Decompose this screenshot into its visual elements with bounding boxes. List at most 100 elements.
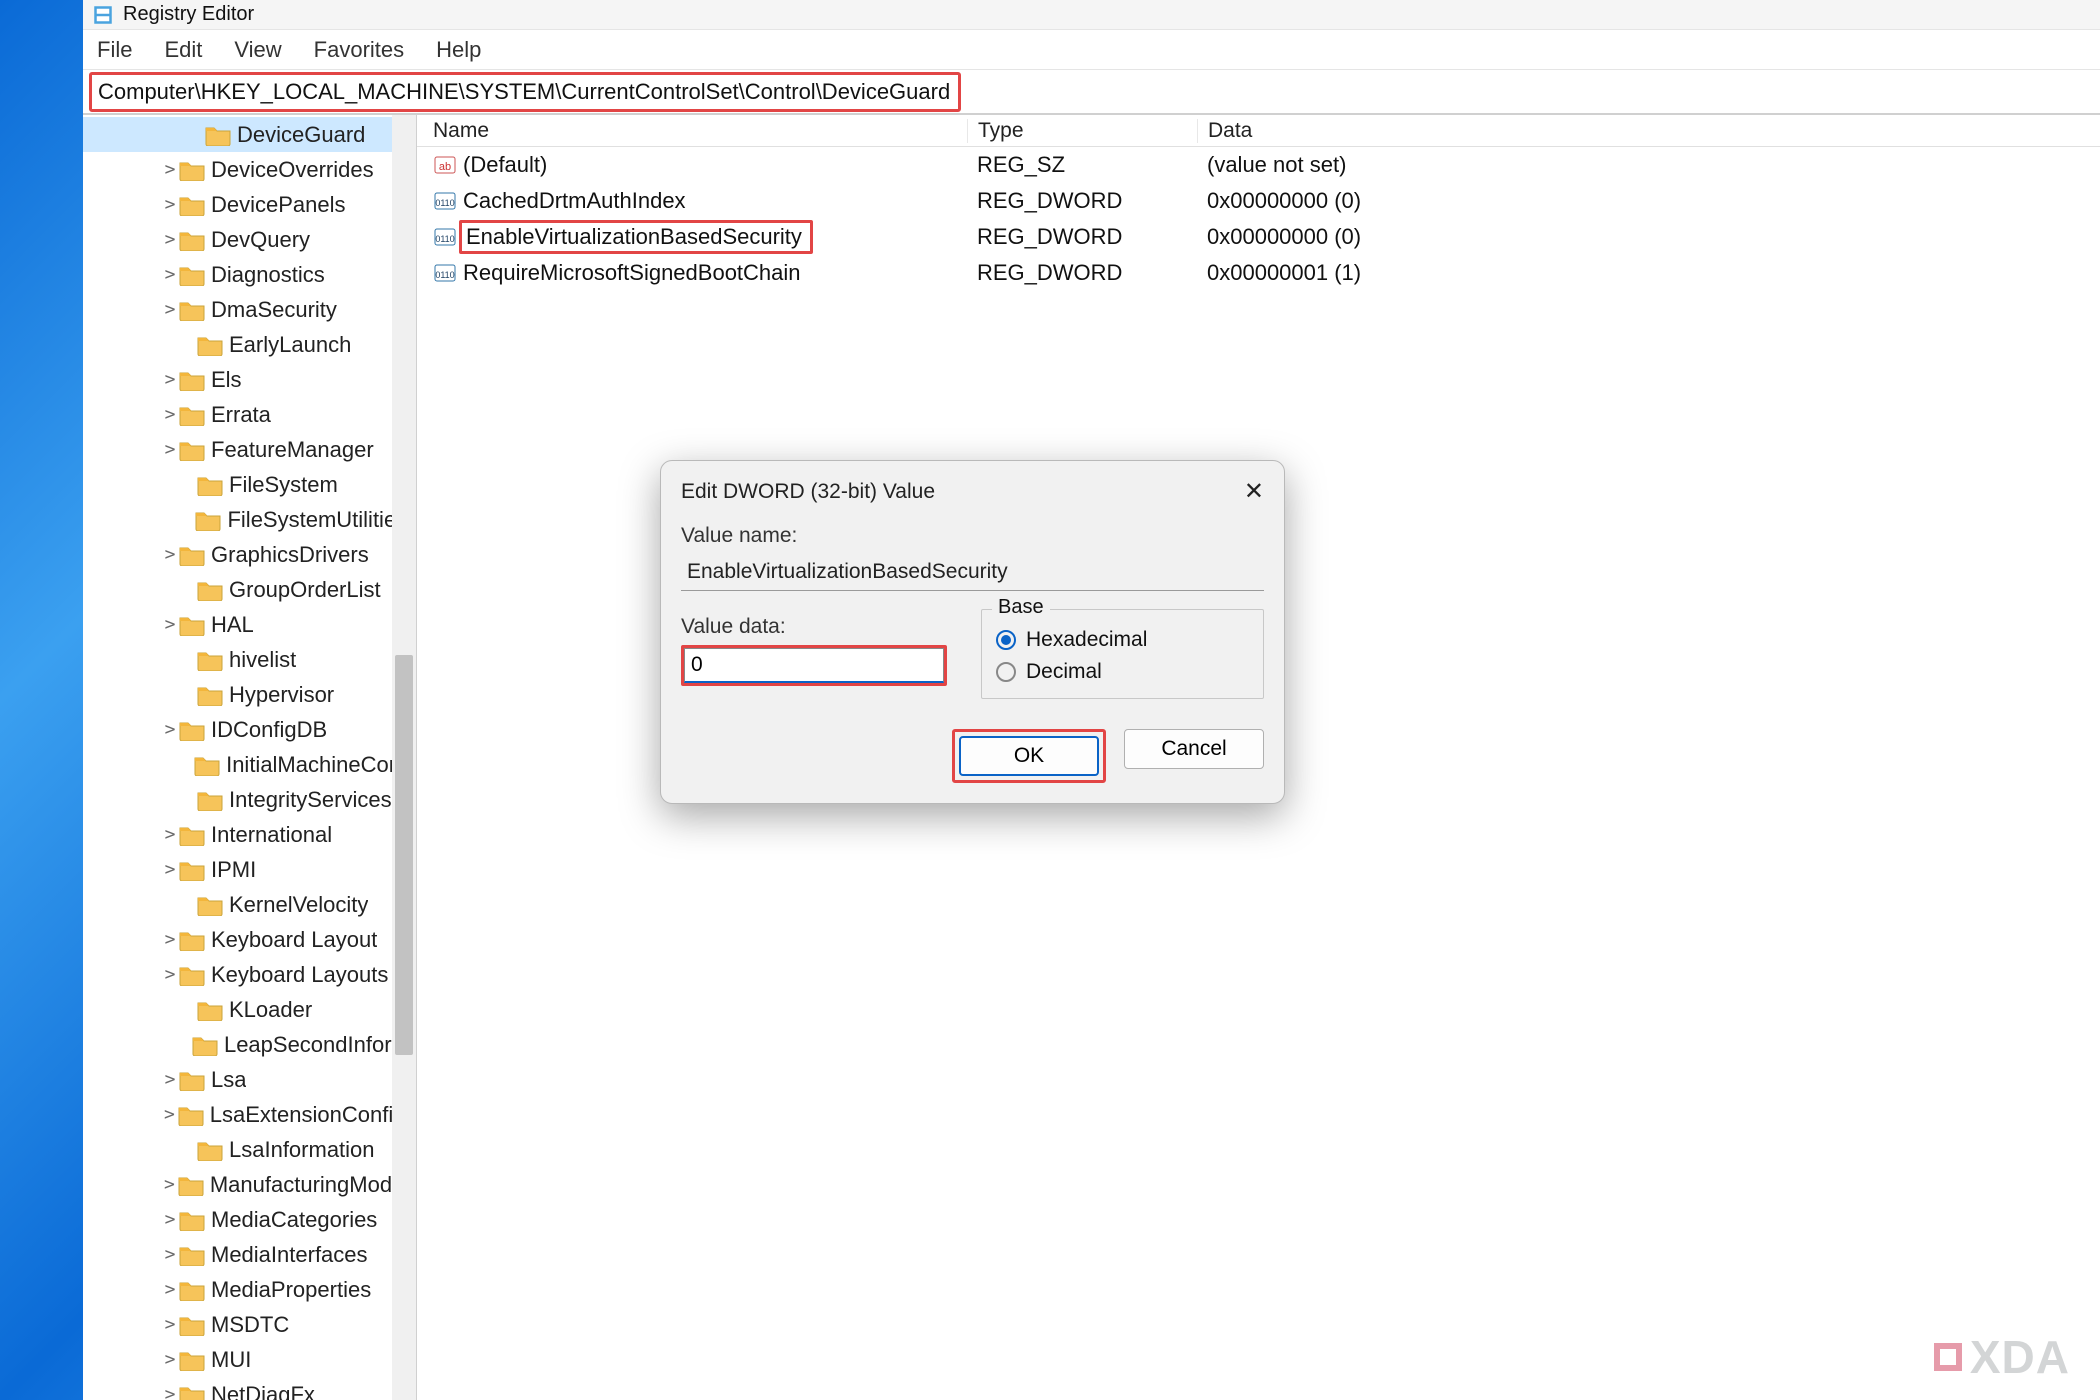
tree-node[interactable]: KernelVelocity <box>83 887 392 922</box>
tree-node[interactable]: FileSystem <box>83 467 392 502</box>
menu-file[interactable]: File <box>97 37 132 63</box>
tree-node[interactable]: >Keyboard Layout <box>83 922 392 957</box>
col-header-name[interactable]: Name <box>417 119 967 143</box>
tree-node[interactable]: >LsaExtensionConfig <box>83 1097 392 1132</box>
chevron-right-icon[interactable]: > <box>161 1209 179 1230</box>
chevron-right-icon[interactable]: > <box>161 614 179 635</box>
folder-icon <box>179 229 205 251</box>
tree-node[interactable]: > MediaProperties <box>83 1272 392 1307</box>
tree-node[interactable]: > DeviceOverrides <box>83 152 392 187</box>
chevron-right-icon[interactable]: > <box>161 1349 179 1370</box>
folder-icon <box>179 544 205 566</box>
tree-scrollbar[interactable] <box>392 115 416 1400</box>
tree-node[interactable]: GroupOrderList <box>83 572 392 607</box>
tree-node[interactable]: LsaInformation <box>83 1132 392 1167</box>
folder-icon <box>179 859 205 881</box>
chevron-right-icon[interactable]: > <box>161 859 179 880</box>
value-row[interactable]: 0110RequireMicrosoftSignedBootChainREG_D… <box>417 255 2100 291</box>
folder-icon <box>197 894 223 916</box>
tree-node[interactable]: >Keyboard Layouts <box>83 957 392 992</box>
chevron-right-icon[interactable]: > <box>161 194 179 215</box>
tree-label: MediaProperties <box>211 1277 371 1303</box>
value-row[interactable]: ab(Default)REG_SZ(value not set) <box>417 147 2100 183</box>
app-icon <box>93 5 113 25</box>
tree-node[interactable]: >Errata <box>83 397 392 432</box>
tree-node[interactable]: >MSDTC <box>83 1307 392 1342</box>
radio-hexadecimal[interactable] <box>996 630 1016 650</box>
tree-node[interactable]: >FeatureManager <box>83 432 392 467</box>
value-data-field[interactable] <box>684 648 944 683</box>
chevron-right-icon[interactable]: > <box>161 719 179 740</box>
value-row[interactable]: 0110EnableVirtualizationBasedSecurityREG… <box>417 219 2100 255</box>
ok-button[interactable]: OK <box>959 736 1099 776</box>
svg-text:0110: 0110 <box>435 234 454 244</box>
folder-icon <box>179 1209 205 1231</box>
chevron-right-icon[interactable]: > <box>161 1384 179 1400</box>
tree-node[interactable]: >Lsa <box>83 1062 392 1097</box>
chevron-right-icon[interactable]: > <box>161 159 179 180</box>
tree-node[interactable]: >IDConfigDB <box>83 712 392 747</box>
chevron-right-icon[interactable]: > <box>161 229 179 250</box>
chevron-right-icon[interactable]: > <box>161 964 179 985</box>
chevron-right-icon[interactable]: > <box>161 404 179 425</box>
tree-node[interactable]: >Els <box>83 362 392 397</box>
tree-node[interactable]: LeapSecondInformation <box>83 1027 392 1062</box>
tree-node[interactable]: >Diagnostics <box>83 257 392 292</box>
menu-favorites[interactable]: Favorites <box>314 37 404 63</box>
chevron-right-icon[interactable]: > <box>161 824 179 845</box>
tree-node[interactable]: >ManufacturingMode <box>83 1167 392 1202</box>
tree-node[interactable]: IntegrityServices <box>83 782 392 817</box>
chevron-right-icon[interactable]: > <box>161 299 179 320</box>
chevron-right-icon[interactable]: > <box>161 1104 178 1125</box>
tree-node[interactable]: >DevicePanels <box>83 187 392 222</box>
tree-node[interactable]: >MUI <box>83 1342 392 1377</box>
chevron-right-icon[interactable]: > <box>161 1174 178 1195</box>
tree-node[interactable]: > International <box>83 817 392 852</box>
svg-text:0110: 0110 <box>435 198 454 208</box>
chevron-right-icon[interactable]: > <box>161 544 179 565</box>
col-header-type[interactable]: Type <box>967 119 1197 143</box>
tree-node[interactable]: >GraphicsDrivers <box>83 537 392 572</box>
tree-node[interactable]: InitialMachineConfig <box>83 747 392 782</box>
tree-node[interactable]: >MediaInterfaces <box>83 1237 392 1272</box>
radio-dec-row[interactable]: Decimal <box>996 660 1249 684</box>
chevron-right-icon[interactable]: > <box>161 1069 179 1090</box>
folder-icon <box>179 824 205 846</box>
value-name-field[interactable] <box>681 554 1264 591</box>
scrollbar-thumb[interactable] <box>395 655 413 1055</box>
tree-node[interactable]: FileSystemUtilities <box>83 502 392 537</box>
tree-node[interactable]: DeviceGuard <box>83 117 392 152</box>
tree-node[interactable]: >DevQuery <box>83 222 392 257</box>
tree-label: MediaCategories <box>211 1207 377 1233</box>
cancel-button[interactable]: Cancel <box>1124 729 1264 769</box>
value-row[interactable]: 0110CachedDrtmAuthIndexREG_DWORD0x000000… <box>417 183 2100 219</box>
tree-node[interactable]: KLoader <box>83 992 392 1027</box>
tree-node[interactable]: >NetDiagFx <box>83 1377 392 1400</box>
chevron-right-icon[interactable]: > <box>161 264 179 285</box>
titlebar: Registry Editor <box>83 0 2100 30</box>
close-icon[interactable]: ✕ <box>1244 477 1264 506</box>
tree-label: DeviceOverrides <box>211 157 374 183</box>
tree-node[interactable]: hivelist <box>83 642 392 677</box>
menu-edit[interactable]: Edit <box>164 37 202 63</box>
tree-node[interactable]: > MediaCategories <box>83 1202 392 1237</box>
chevron-right-icon[interactable]: > <box>161 1314 179 1335</box>
tree-node[interactable]: >IPMI <box>83 852 392 887</box>
chevron-right-icon[interactable]: > <box>161 439 179 460</box>
tree-label: International <box>211 822 332 848</box>
chevron-right-icon[interactable]: > <box>161 929 179 950</box>
chevron-right-icon[interactable]: > <box>161 1279 179 1300</box>
tree-node[interactable]: Hypervisor <box>83 677 392 712</box>
tree-node[interactable]: >DmaSecurity <box>83 292 392 327</box>
tree-node[interactable]: >HAL <box>83 607 392 642</box>
menu-view[interactable]: View <box>234 37 281 63</box>
radio-decimal[interactable] <box>996 662 1016 682</box>
menu-help[interactable]: Help <box>436 37 481 63</box>
address-bar[interactable]: Computer\HKEY_LOCAL_MACHINE\SYSTEM\Curre… <box>89 72 961 112</box>
col-header-data[interactable]: Data <box>1197 119 2100 143</box>
chevron-right-icon[interactable]: > <box>161 1244 179 1265</box>
chevron-right-icon[interactable]: > <box>161 369 179 390</box>
tree-node[interactable]: EarlyLaunch <box>83 327 392 362</box>
radio-hex-row[interactable]: Hexadecimal <box>996 628 1249 652</box>
registry-tree[interactable]: DeviceGuard > DeviceOverrides >DevicePanels… <box>83 115 416 1400</box>
